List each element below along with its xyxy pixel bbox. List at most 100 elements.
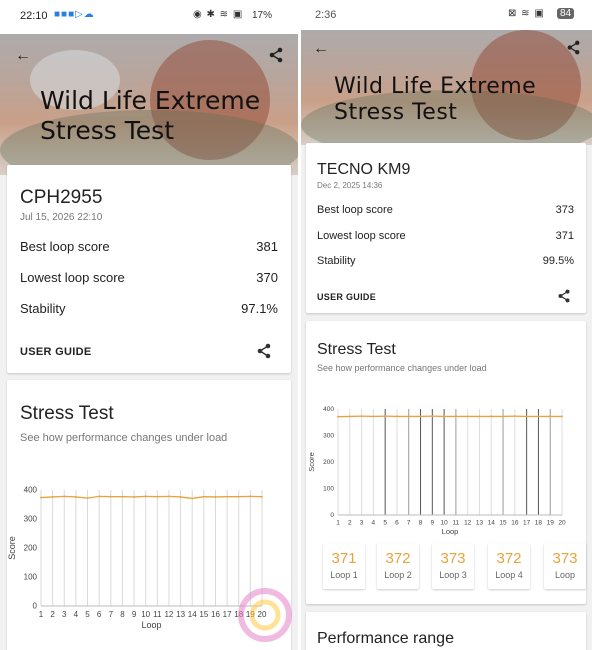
data-point [384,415,387,418]
share-icon[interactable] [566,40,581,60]
screen-root: 22:10 ■■■▷☁ ◉ ✱ ≋ ▣ 17% ← Wild Life Extr… [0,0,592,650]
data-point [51,496,54,498]
series-line [40,495,263,500]
y-tick-label: 400 [323,406,334,413]
x-tick-label: 15 [199,610,208,619]
data-point [261,495,263,498]
x-tick-label: 12 [464,520,472,527]
x-tick-label: 9 [431,520,435,527]
section-title: Performance range [317,630,454,647]
x-tick-label: 9 [132,610,137,619]
data-point [202,495,205,498]
device-name: TECNO KM9 [317,161,411,178]
lowest-loop-row: Lowest loop score 371 [317,230,574,242]
data-point [466,415,469,418]
x-tick-label: 12 [164,610,173,619]
data-point [109,495,112,498]
x-tick-label: 4 [74,610,79,619]
data-point [144,495,147,498]
y-tick-label: 200 [24,544,38,553]
share-icon[interactable] [557,289,571,308]
data-point [561,415,563,418]
data-point [407,415,410,418]
x-tick-label: 8 [120,610,125,619]
y-tick-label: 400 [24,486,38,495]
back-arrow-icon[interactable]: ← [15,47,31,65]
test-date: Dec 2, 2025 14:36 [317,181,383,190]
data-point [348,415,351,418]
x-tick-label: 3 [62,610,67,619]
best-loop-label: Best loop score [317,204,393,216]
x-axis-label: Loop [141,620,161,630]
lowest-loop-label: Lowest loop score [317,230,406,242]
x-tick-label: 13 [476,520,484,527]
x-tick-label: 10 [141,610,150,619]
data-point [454,415,457,418]
x-tick-label: 17 [223,610,232,619]
data-point [513,415,516,418]
x-tick-label: 7 [407,520,411,527]
stability-row: Stability 99.5% [317,255,574,267]
y-tick-label: 100 [323,486,334,493]
data-point [237,495,240,498]
share-icon[interactable] [268,47,284,68]
data-point [525,415,528,418]
data-point [168,495,170,498]
y-tick-label: 200 [323,459,334,466]
system-icons: ⊠ ≋ ▣ [508,8,545,19]
best-loop-label: Best loop score [20,239,110,254]
data-point [98,495,101,498]
data-point [179,496,182,498]
data-point [214,496,217,498]
battery-percent: 17% [252,10,273,21]
y-tick-label: 100 [24,573,38,582]
x-tick-label: 20 [558,520,566,527]
stability-label: Stability [20,301,66,316]
data-point [431,415,434,418]
stability-row: Stability 97.1% [20,301,278,316]
right-screenshot: 2:36 ⊠ ≋ ▣ 84 ← Wild Life Extreme Stress… [301,0,592,650]
result-card: CPH2955 Jul 15, 2026 22:10 Best loop sco… [7,165,291,373]
x-tick-label: 11 [153,610,162,619]
x-tick-label: 6 [97,610,102,619]
status-bar: 22:10 ■■■▷☁ ◉ ✱ ≋ ▣ 17% [0,0,298,34]
data-point [372,415,375,418]
data-point [191,497,194,500]
status-time: 22:10 [20,10,48,22]
system-icons: ◉ ✱ ≋ ▣ [193,9,244,20]
device-name: CPH2955 [20,187,103,208]
data-point [86,497,89,500]
data-point [443,415,446,418]
title-line-1: Wild Life Extreme [40,86,261,115]
data-point [226,495,229,498]
section-subtitle: See how performance changes under load [317,363,487,373]
section-title: Stress Test [317,341,396,358]
x-tick-label: 18 [535,520,543,527]
page-title: Wild Life Extreme Stress Test [40,86,260,146]
x-tick-label: 11 [453,520,460,527]
data-point [537,415,540,418]
x-tick-label: 13 [176,610,185,619]
loop-tile-value: 373 [552,550,578,567]
loop-tile-label: Loop 1 [330,570,358,580]
x-tick-label: 15 [499,520,507,527]
x-tick-label: 7 [109,610,114,619]
lowest-loop-value: 371 [555,230,574,242]
best-loop-row: Best loop score 381 [20,239,278,254]
loop-tile-label: Loop 3 [439,570,467,580]
x-tick-label: 19 [547,520,555,527]
data-point [419,415,422,418]
user-guide-button[interactable]: USER GUIDE [317,292,376,302]
data-point [549,415,552,418]
x-tick-label: 16 [211,610,220,619]
title-line-1: Wild Life Extreme [334,74,537,99]
data-point [396,415,398,418]
x-axis-label: Loop [442,527,459,536]
back-arrow-icon[interactable]: ← [313,40,329,58]
user-guide-button[interactable]: USER GUIDE [20,346,91,358]
share-icon[interactable] [256,343,272,364]
data-point [63,495,66,498]
loop-tile-value: 371 [331,550,357,567]
series-line [337,415,562,418]
loop-tile-value: 373 [440,550,466,567]
